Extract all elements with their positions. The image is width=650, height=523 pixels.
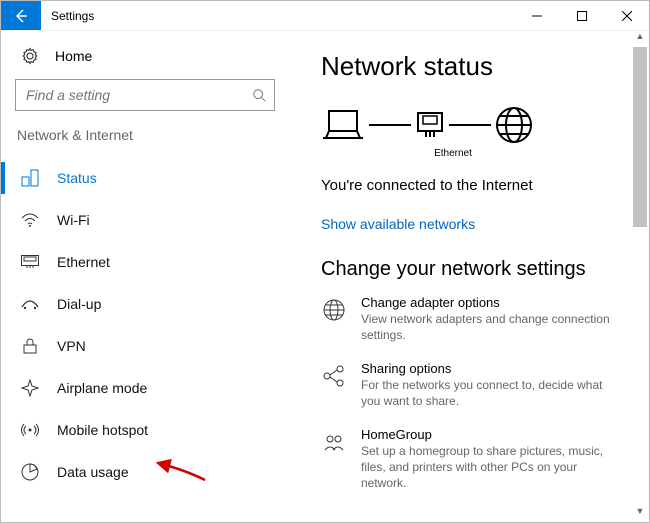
ethernet-node	[415, 111, 445, 139]
setting-homegroup[interactable]: HomeGroup Set up a homegroup to share pi…	[321, 427, 629, 491]
page-title: Network status	[321, 51, 629, 82]
network-diagram	[321, 106, 629, 144]
sidebar-item-hotspot[interactable]: Mobile hotspot	[15, 409, 291, 451]
hotspot-icon	[21, 422, 39, 438]
arrow-left-icon	[13, 8, 29, 24]
home-label: Home	[55, 48, 92, 64]
setting-adapter-options[interactable]: Change adapter options View network adap…	[321, 295, 629, 343]
datausage-icon	[21, 463, 39, 481]
close-button[interactable]	[604, 1, 649, 30]
sidebar-item-label: Mobile hotspot	[57, 422, 148, 438]
minimize-button[interactable]	[514, 1, 559, 30]
diagram-label: Ethernet	[433, 148, 473, 159]
show-networks-link[interactable]: Show available networks	[321, 216, 475, 232]
wifi-icon	[21, 212, 39, 228]
window-title: Settings	[41, 1, 104, 30]
sidebar-item-airplane[interactable]: Airplane mode	[15, 367, 291, 409]
sidebar-item-dialup[interactable]: Dial-up	[15, 283, 291, 325]
sidebar: Home Network & Internet Status Wi-Fi Eth…	[1, 31, 291, 522]
sidebar-item-datausage[interactable]: Data usage	[15, 451, 291, 493]
sidebar-item-label: Ethernet	[57, 254, 110, 270]
maximize-button[interactable]	[559, 1, 604, 30]
sidebar-item-wifi[interactable]: Wi-Fi	[15, 199, 291, 241]
homegroup-icon	[321, 429, 347, 455]
sidebar-item-ethernet[interactable]: Ethernet	[15, 241, 291, 283]
gear-icon	[21, 47, 39, 65]
sidebar-item-label: VPN	[57, 338, 86, 354]
connection-status: You're connected to the Internet	[321, 177, 629, 194]
laptop-icon	[321, 108, 365, 142]
titlebar-spacer	[104, 1, 514, 30]
sidebar-item-label: Airplane mode	[57, 380, 147, 396]
search-icon	[252, 88, 266, 102]
globe-icon	[495, 106, 533, 144]
sidebar-item-home[interactable]: Home	[15, 39, 291, 79]
minimize-icon	[532, 11, 542, 21]
setting-label: Change adapter options	[361, 295, 611, 310]
setting-sharing-options[interactable]: Sharing options For the networks you con…	[321, 361, 629, 409]
search-input[interactable]	[15, 79, 275, 111]
connection-line	[449, 124, 491, 126]
ethernet-icon	[21, 255, 39, 269]
sidebar-category: Network & Internet	[15, 123, 291, 157]
scroll-down-icon[interactable]: ▼	[633, 506, 647, 522]
sharing-icon	[321, 363, 347, 389]
section-title: Change your network settings	[321, 258, 629, 281]
globe-icon	[321, 297, 347, 323]
scroll-track[interactable]	[633, 47, 647, 506]
dialup-icon	[21, 298, 39, 310]
main-content: Network status Ethernet You're connected…	[291, 31, 649, 522]
setting-label: Sharing options	[361, 361, 611, 376]
sidebar-item-label: Dial-up	[57, 296, 101, 312]
airplane-icon	[21, 379, 39, 397]
connection-line	[369, 124, 411, 126]
scroll-thumb[interactable]	[633, 47, 647, 227]
sidebar-item-vpn[interactable]: VPN	[15, 325, 291, 367]
close-icon	[622, 11, 632, 21]
setting-desc: View network adapters and change connect…	[361, 312, 611, 343]
maximize-icon	[577, 11, 587, 21]
titlebar: Settings	[1, 1, 649, 31]
sidebar-item-label: Data usage	[57, 464, 129, 480]
sidebar-item-label: Wi-Fi	[57, 212, 90, 228]
setting-desc: Set up a homegroup to share pictures, mu…	[361, 444, 611, 491]
setting-desc: For the networks you connect to, decide …	[361, 378, 611, 409]
sidebar-item-status[interactable]: Status	[15, 157, 291, 199]
scroll-up-icon[interactable]: ▲	[633, 31, 647, 47]
ethernet-icon	[415, 111, 445, 139]
search-field[interactable]	[24, 86, 252, 104]
back-button[interactable]	[1, 1, 41, 30]
setting-label: HomeGroup	[361, 427, 611, 442]
vpn-icon	[21, 338, 39, 354]
scrollbar[interactable]: ▲ ▼	[633, 31, 647, 522]
sidebar-item-label: Status	[57, 170, 97, 186]
status-icon	[21, 169, 39, 187]
